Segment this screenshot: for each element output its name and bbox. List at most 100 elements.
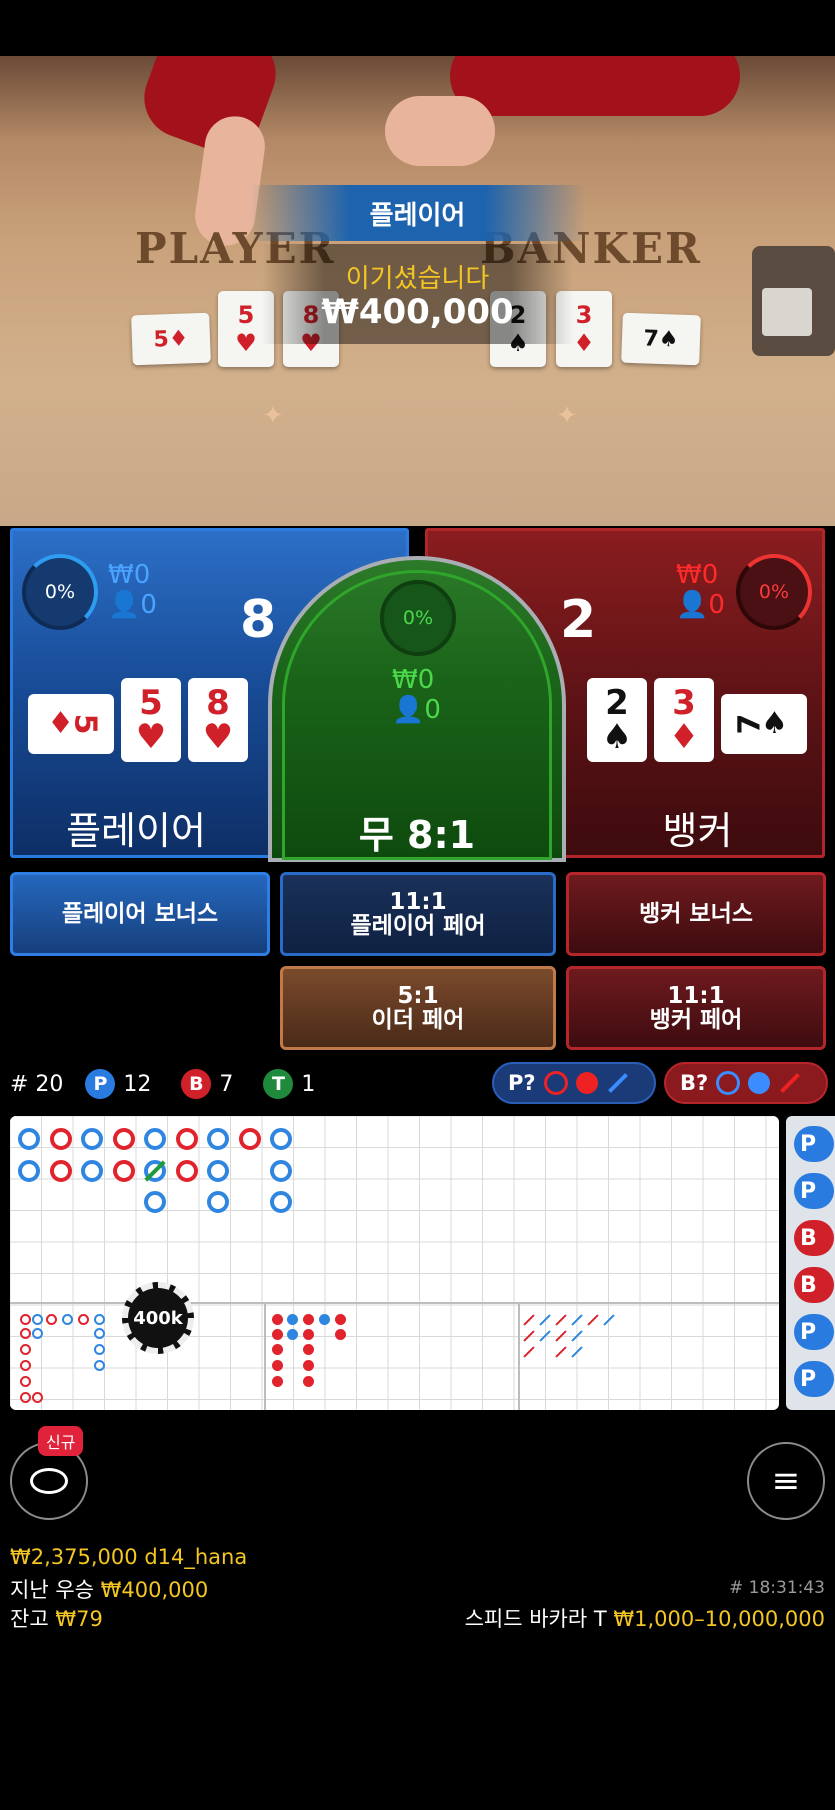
small-road-dot (287, 1314, 298, 1325)
player-wins-icon: P (85, 1069, 116, 1099)
small-road-dot (287, 1329, 298, 1340)
red-dot-icon (575, 1072, 598, 1094)
small-road-dot (303, 1329, 314, 1340)
tie-percent-ring: 0% (380, 580, 456, 656)
red-slash-icon (780, 1073, 801, 1093)
table-info-row: 스피드 바카라 T ₩1,000–10,000,000 (465, 1603, 825, 1633)
derived-road-marker (20, 1360, 31, 1371)
bet-chip-label: 400k (133, 1307, 183, 1329)
derived-road-marker (32, 1328, 43, 1339)
derived-road-marker (94, 1328, 105, 1339)
side-result: P (794, 1126, 834, 1162)
chat-icon (30, 1468, 68, 1494)
side-result: P (794, 1173, 834, 1209)
derived-road-marker (32, 1314, 43, 1325)
player-percent-ring: 0% (22, 554, 98, 630)
roadmap-side-panel[interactable]: P P B B P P (786, 1116, 835, 1410)
dealer-arm-right (450, 56, 740, 116)
user-icon: 👤 (108, 590, 141, 620)
banker-bonus-button[interactable]: 뱅커 보너스 (566, 872, 826, 956)
banker-wins-count: 7 (219, 1071, 234, 1097)
banker-card-3: 7 ♠ (721, 694, 807, 754)
player-bettors-row: 👤0 (108, 590, 157, 620)
big-road-marker (18, 1128, 40, 1150)
side-result: P (794, 1361, 834, 1397)
blue-dot-icon (748, 1072, 771, 1094)
dealer-hand-right (385, 96, 495, 166)
player-card-3: 8 ♥ (188, 678, 248, 762)
either-pair-button[interactable]: 5:1 이더 페어 (280, 966, 556, 1050)
side-result: P (794, 1314, 834, 1350)
player-card-1: ♦ 5 (28, 694, 114, 754)
derived-road-marker (20, 1344, 31, 1355)
player-pair-button[interactable]: 11:1 플레이어 페어 (280, 872, 556, 956)
derived-road-marker (94, 1314, 105, 1325)
round-stats: # 20 P 12 B 7 T 1 (10, 1066, 315, 1102)
tie-wins-icon: T (263, 1069, 294, 1099)
big-road-marker (112, 1128, 135, 1150)
banker-percent: 0% (758, 581, 790, 603)
table-name: 스피드 바카라 T (464, 1607, 607, 1631)
balance-label: 잔고 (10, 1607, 49, 1631)
big-road-marker (49, 1128, 72, 1150)
bet-limits: ₩1,000–10,000,000 (613, 1607, 825, 1631)
big-road-marker (207, 1191, 229, 1213)
small-road-dot (272, 1360, 283, 1371)
banker-percent-ring: 0% (736, 554, 812, 630)
small-road-dot (303, 1344, 314, 1355)
roadmap-board[interactable]: 400k (10, 1116, 779, 1410)
new-badge: 신규 (38, 1426, 84, 1456)
side-result: B (794, 1220, 834, 1256)
balance-user: ₩2,375,000 d14_hana (10, 1545, 248, 1569)
small-road-dot (272, 1329, 283, 1340)
roadmap-divider (264, 1302, 266, 1410)
balance-row: 잔고 ₩79 (10, 1603, 103, 1633)
small-road-dot (335, 1329, 346, 1340)
banker-bettors-row: 👤0 (676, 590, 725, 620)
small-road-dot (272, 1376, 283, 1387)
banker-wins-icon: B (181, 1069, 212, 1099)
big-road-marker (18, 1159, 40, 1182)
player-predict-button[interactable]: P? (492, 1062, 656, 1104)
derived-road-marker (62, 1314, 73, 1325)
tie-bettors: 0 (424, 695, 441, 725)
player-score: 8 (240, 590, 277, 650)
small-road-dot (319, 1314, 330, 1325)
balance-amount: ₩79 (55, 1607, 103, 1631)
last-win-row: 지난 우승 ₩400,000 (10, 1574, 208, 1604)
blue-ring-icon (716, 1071, 741, 1095)
round-id: # 18:31:43 (729, 1578, 825, 1598)
user-icon: 👤 (392, 695, 425, 725)
big-road-marker (175, 1159, 198, 1182)
small-road-dot (335, 1314, 346, 1325)
tie-percent: 0% (402, 607, 434, 629)
tie-bet-amount: ₩0 (392, 665, 435, 695)
small-road-dot (272, 1314, 283, 1325)
side-result: B (794, 1267, 834, 1303)
felt-star-icon: ✦ (262, 401, 284, 431)
derived-road-marker (20, 1392, 31, 1403)
big-road-marker (207, 1128, 229, 1150)
derived-road-marker (20, 1328, 31, 1339)
menu-button[interactable]: ≡ (747, 1442, 825, 1520)
player-bonus-button[interactable]: 플레이어 보너스 (10, 872, 270, 956)
big-road-marker (270, 1128, 292, 1150)
red-ring-icon (543, 1071, 568, 1095)
blue-slash-icon (607, 1073, 628, 1093)
banker-card-2: 3 ♦ (654, 678, 714, 762)
banker-card-1: 2 ♠ (587, 678, 647, 762)
player-wins-count: 12 (123, 1071, 152, 1097)
tie-label: 무 8:1 (358, 813, 476, 857)
small-road-dot (272, 1344, 283, 1355)
big-road-marker (175, 1128, 198, 1150)
banker-pair-button[interactable]: 11:1 뱅커 페어 (566, 966, 826, 1050)
derived-road-marker (46, 1314, 57, 1325)
player-bettors: 0 (140, 590, 157, 620)
big-road-marker (238, 1128, 261, 1150)
total-rounds: # 20 (10, 1071, 64, 1097)
tie-wins-count: 1 (301, 1071, 316, 1097)
derived-road-marker (20, 1376, 31, 1387)
derived-road-marker (94, 1344, 105, 1355)
banker-predict-button[interactable]: B? (664, 1062, 828, 1104)
big-road-marker (81, 1159, 103, 1182)
